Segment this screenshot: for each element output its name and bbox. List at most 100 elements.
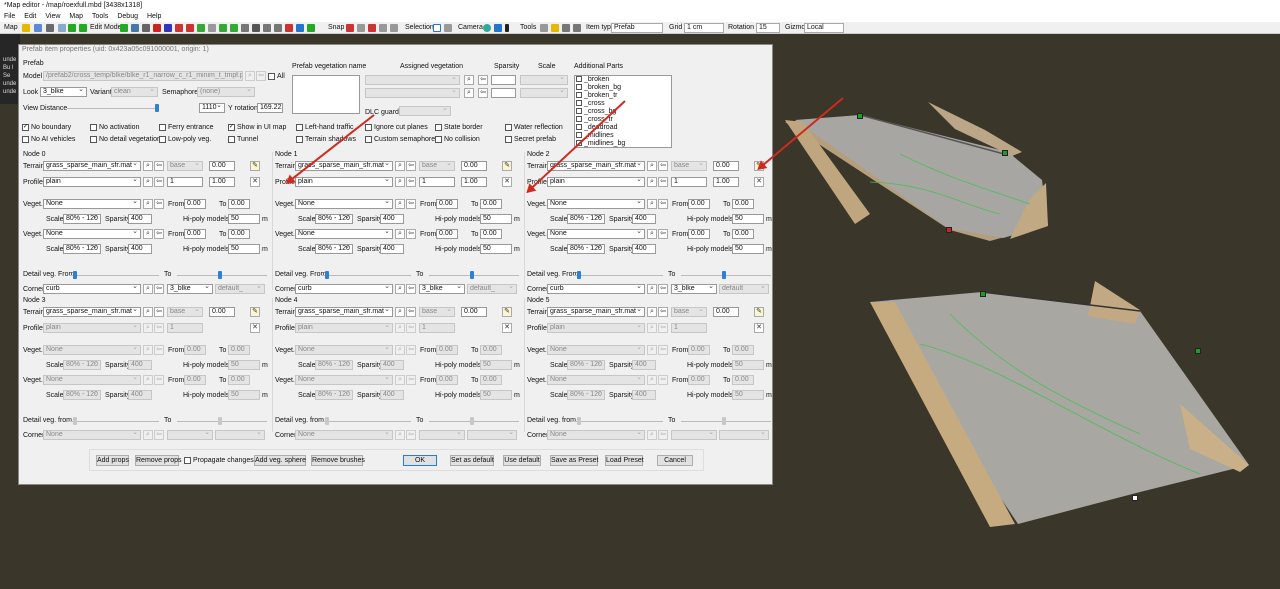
add-props-button[interactable]: Add props <box>96 455 129 466</box>
veget-paste-icon[interactable]: ⇦ <box>406 199 416 209</box>
scale-select[interactable]: 80% - 120 <box>567 360 605 370</box>
to-field[interactable]: 0.00 <box>732 199 754 209</box>
flag-checkbox[interactable]: ✓ <box>228 124 235 131</box>
corner-select[interactable]: curb <box>43 284 141 294</box>
terrain-paste-icon[interactable]: ⇦ <box>406 161 416 171</box>
from-field[interactable]: 0.00 <box>436 199 458 209</box>
veget-select[interactable]: None <box>43 375 141 385</box>
detail-to-slider[interactable] <box>681 421 771 422</box>
veget-search-icon[interactable]: ⌕ <box>647 345 657 355</box>
profile-select[interactable]: plain <box>547 177 645 187</box>
corner-paste-icon[interactable]: ⇦ <box>658 284 668 294</box>
terrain-value-field[interactable]: 0.00 <box>461 161 487 171</box>
corner-paste-icon[interactable]: ⇦ <box>154 284 164 294</box>
corner-paste-icon[interactable]: ⇦ <box>154 430 164 440</box>
veget-select[interactable]: None <box>295 375 393 385</box>
hipoly-field[interactable]: 50 <box>228 390 260 400</box>
terrain-value-field[interactable]: 0.00 <box>713 307 739 317</box>
from-field[interactable]: 0.00 <box>688 199 710 209</box>
sun-icon[interactable] <box>551 24 559 32</box>
corner-search-icon[interactable]: ⌕ <box>647 430 657 440</box>
fly-icon[interactable] <box>494 24 502 32</box>
detail-to-slider[interactable] <box>429 275 519 276</box>
view-distance-select[interactable]: 1110 <box>199 103 225 113</box>
veget-search-icon[interactable]: ⌕ <box>395 199 405 209</box>
veget-paste-icon[interactable]: ⇦ <box>658 229 668 239</box>
corner-look-select[interactable]: 3_blke <box>671 284 717 294</box>
veget-paste-icon[interactable]: ⇦ <box>154 229 164 239</box>
from-field[interactable]: 0.00 <box>688 229 710 239</box>
profile-search-icon[interactable]: ⌕ <box>647 177 657 187</box>
model-paste-icon[interactable]: ⇦ <box>256 71 266 81</box>
corner-select[interactable]: None <box>43 430 141 440</box>
terrain-base-select[interactable]: base <box>419 307 455 317</box>
corner-variant-select[interactable]: default_ <box>467 284 517 294</box>
corner-search-icon[interactable]: ⌕ <box>143 430 153 440</box>
profile-select[interactable]: plain <box>43 323 141 333</box>
from-field[interactable]: 0.00 <box>436 229 458 239</box>
select-icon[interactable] <box>46 24 54 32</box>
assigned-vegetation-select-1[interactable] <box>365 75 460 85</box>
menu-help[interactable]: Help <box>147 12 161 22</box>
corner-paste-icon[interactable]: ⇦ <box>406 284 416 294</box>
snap-magnet-icon[interactable] <box>346 24 354 32</box>
model-select[interactable]: /prefab2/cross_temp/blke/blke_r1_narrow_… <box>43 71 243 81</box>
truck-icon[interactable] <box>274 24 282 32</box>
sparsity-field[interactable]: 400 <box>128 360 152 370</box>
veget-paste-icon[interactable]: ⇦ <box>154 199 164 209</box>
veget-select[interactable]: None <box>43 345 141 355</box>
detail-from-slider[interactable] <box>321 421 411 422</box>
profile-close-icon[interactable]: ✕ <box>754 177 764 187</box>
terrain-value-field[interactable]: 0.00 <box>209 307 235 317</box>
brush-icon[interactable]: ✎ <box>754 307 764 317</box>
from-field[interactable]: 0.00 <box>688 345 710 355</box>
veget-select[interactable]: None <box>547 345 645 355</box>
sparsity-field[interactable]: 400 <box>128 244 152 254</box>
corner-search-icon[interactable]: ⌕ <box>395 284 405 294</box>
from-field[interactable]: 0.00 <box>436 375 458 385</box>
profile-select[interactable]: plain <box>295 177 393 187</box>
corner-look-select[interactable]: 3_blke <box>419 284 465 294</box>
veget-select[interactable]: None <box>295 229 393 239</box>
flag-checkbox[interactable] <box>90 124 97 131</box>
edit-icon[interactable] <box>79 24 87 32</box>
from-field[interactable]: 0.00 <box>184 375 206 385</box>
terrain-paste-icon[interactable]: ⇦ <box>658 307 668 317</box>
to-field[interactable]: 0.00 <box>228 199 250 209</box>
profile-value-1[interactable]: 1 <box>167 323 203 333</box>
from-field[interactable]: 0.00 <box>184 199 206 209</box>
detail-to-slider[interactable] <box>177 275 267 276</box>
add-icon[interactable] <box>120 24 128 32</box>
prefab-node-handle[interactable] <box>1195 348 1201 354</box>
detail-from-thumb[interactable] <box>73 417 77 425</box>
to-field[interactable]: 0.00 <box>480 345 502 355</box>
scale-select[interactable]: 80% - 120 <box>63 244 101 254</box>
corner-variant-select[interactable]: default <box>719 284 769 294</box>
hipoly-field[interactable]: 50 <box>732 360 764 370</box>
arrow-icon[interactable] <box>131 24 139 32</box>
flag-checkbox[interactable] <box>296 124 303 131</box>
model-search-icon[interactable]: ⌕ <box>245 71 255 81</box>
stop-icon[interactable] <box>175 24 183 32</box>
snap-terrain-icon[interactable] <box>390 24 398 32</box>
veget-select[interactable]: None <box>295 199 393 209</box>
variant-select[interactable]: clean <box>111 87 158 97</box>
sparsity-field[interactable]: 400 <box>380 244 404 254</box>
menu-edit[interactable]: Edit <box>24 12 36 22</box>
additional-part-item[interactable]: _midlines_bg <box>575 140 671 147</box>
profile-search-icon[interactable]: ⌕ <box>143 177 153 187</box>
terrain-base-select[interactable]: base <box>671 161 707 171</box>
sparsity-field-1[interactable] <box>491 75 516 85</box>
scale-select[interactable]: 80% - 120 <box>315 360 353 370</box>
terrain-value-field[interactable]: 0.00 <box>461 307 487 317</box>
to-field[interactable]: 0.00 <box>228 345 250 355</box>
profile-search-icon[interactable]: ⌕ <box>395 323 405 333</box>
corner-select[interactable]: None <box>547 430 645 440</box>
tool-icon[interactable] <box>142 24 150 32</box>
additional-part-checkbox[interactable] <box>576 108 582 114</box>
item-type-select[interactable]: Prefab <box>611 23 663 33</box>
to-field[interactable]: 0.00 <box>228 229 250 239</box>
detail-to-thumb[interactable] <box>722 271 726 279</box>
profile-value-1[interactable]: 1 <box>671 323 707 333</box>
hipoly-field[interactable]: 50 <box>732 244 764 254</box>
